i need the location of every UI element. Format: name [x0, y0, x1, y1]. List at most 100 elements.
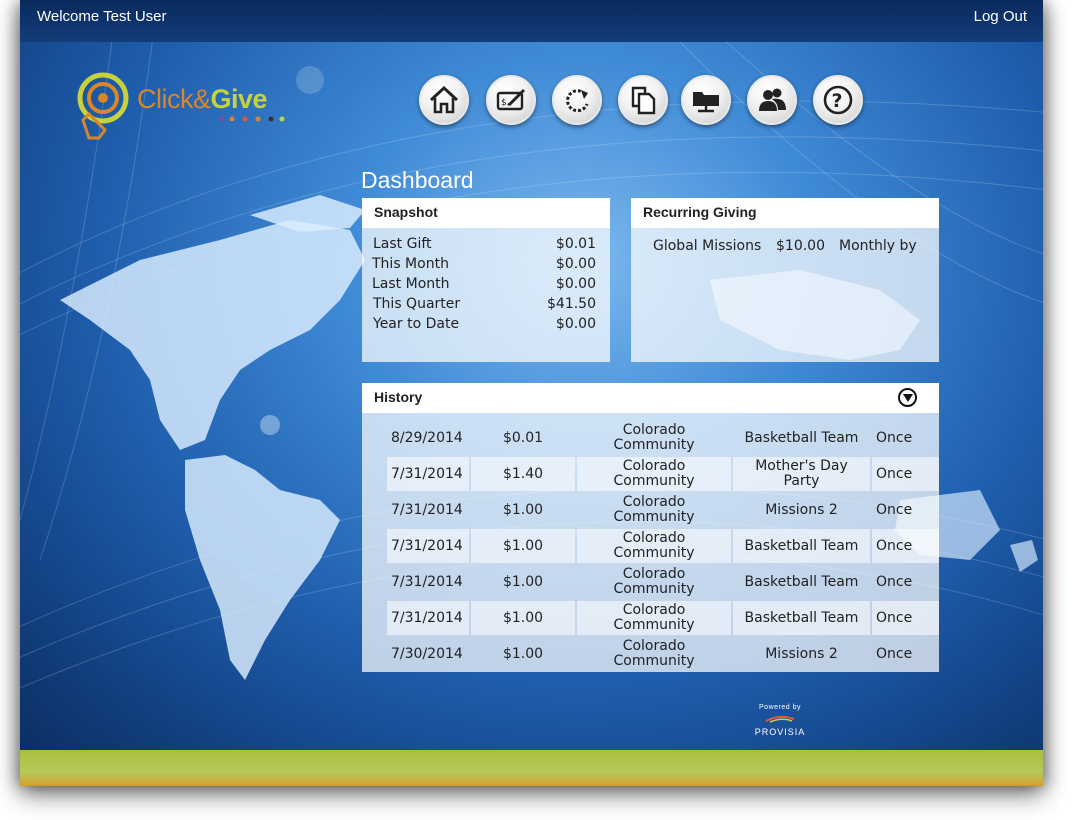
history-program: Missions 2: [733, 637, 870, 671]
history-fund-line: Community: [613, 437, 695, 453]
table-row: 7/31/2014 $1.00 Colorado Community Basket…: [387, 565, 939, 601]
history-frequency: Once: [872, 457, 939, 491]
help-icon: ?: [823, 85, 853, 115]
nav-home-button[interactable]: [419, 75, 469, 125]
nav-accounts-button[interactable]: [681, 75, 731, 125]
history-date: 7/31/2014: [387, 601, 469, 635]
nav-help-button[interactable]: ?: [813, 75, 863, 125]
history-fund: Colorado Community: [577, 457, 731, 491]
table-row: 7/31/2014 $1.00 Colorado Community Basket…: [387, 529, 939, 565]
logo-dots-icon: [219, 116, 285, 122]
snapshot-row: Last Month $0.00: [362, 276, 610, 296]
history-fund: Colorado Community: [577, 637, 731, 671]
svg-text:$: $: [501, 98, 507, 108]
history-fund-line: Colorado: [622, 458, 686, 474]
history-amount: $0.01: [502, 429, 544, 446]
history-date: 7/31/2014: [391, 501, 463, 518]
snapshot-label: Last Gift: [373, 236, 432, 252]
history-date: 7/30/2014: [391, 645, 463, 662]
history-frequency: Once: [872, 529, 939, 563]
users-icon: [759, 88, 786, 111]
history-program-line: Basketball Team: [744, 573, 859, 590]
snapshot-title: Snapshot: [362, 198, 610, 228]
history-fund-line: Community: [613, 653, 695, 669]
history-fund-line: Community: [613, 617, 695, 633]
top-bar: Welcome Test User Log Out: [20, 0, 1043, 42]
documents-icon: [631, 86, 656, 115]
history-program-line: Party: [783, 473, 820, 489]
history-program-line: Basketball Team: [744, 429, 859, 446]
logo-mark-icon: [77, 72, 129, 140]
history-program: Missions 2: [733, 493, 870, 527]
history-program: Basketball Team: [733, 529, 870, 563]
history-fund: Colorado Community: [577, 565, 731, 599]
logo-click-text: Click&: [137, 84, 211, 114]
snapshot-row: This Quarter $41.50: [362, 296, 610, 316]
history-table: 8/29/2014 $0.01 Colorado Community Basket…: [387, 421, 939, 673]
history-fund-line: Colorado: [622, 638, 686, 654]
history-date: 8/29/2014: [391, 429, 463, 446]
history-program: Basketball Team: [733, 601, 870, 635]
history-program: Basketball Team: [733, 421, 870, 455]
history-program-line: Missions 2: [765, 501, 838, 518]
checkbook-icon: $: [496, 88, 526, 111]
footer-bar: [20, 750, 1043, 786]
history-fund-line: Community: [613, 473, 695, 489]
history-program-line: Basketball Team: [744, 609, 859, 626]
history-date: 7/31/2014: [387, 529, 469, 563]
history-program-line: Mother's Day: [755, 458, 848, 474]
logo-wordmark: Click&Give: [137, 84, 268, 115]
table-row: 8/29/2014 $0.01 Colorado Community Basket…: [387, 421, 939, 457]
history-fund: Colorado Community: [577, 493, 731, 527]
recurring-fund: Global Missions: [653, 238, 762, 254]
history-title: History: [374, 389, 423, 405]
history-fund-line: Colorado: [622, 566, 686, 582]
history-date: 7/31/2014: [391, 573, 463, 590]
snapshot-value: $0.00: [555, 316, 596, 332]
app-window: Welcome Test User Log Out Click&Give $ ?…: [20, 0, 1043, 786]
folder-network-icon: [693, 92, 719, 113]
table-row: 7/30/2014 $1.00 Colorado Community Missio…: [387, 637, 939, 673]
collapse-toggle-icon[interactable]: [898, 388, 917, 407]
logo-give-text: Give: [210, 84, 268, 114]
history-date: 7/31/2014: [387, 457, 469, 491]
nav-give-button[interactable]: $: [486, 75, 536, 125]
powered-by-provisia: Powered by PROVISIA: [748, 704, 812, 740]
snapshot-value: $0.00: [555, 256, 596, 272]
nav-statements-button[interactable]: [618, 75, 668, 125]
history-header: History: [362, 383, 939, 413]
history-program-line: Missions 2: [765, 645, 838, 662]
snapshot-value: $41.50: [547, 296, 596, 312]
snapshot-row: This Month $0.00: [362, 256, 610, 276]
click-and-give-logo: Click&Give: [75, 72, 290, 147]
snapshot-value: $0.01: [555, 236, 596, 252]
recurring-frequency: Monthly by: [839, 238, 917, 254]
recurring-giving-title: Recurring Giving: [631, 198, 939, 228]
history-program: Mother's Day Party: [733, 457, 870, 491]
history-amount: $1.00: [502, 573, 544, 590]
logout-link[interactable]: Log Out: [974, 8, 1027, 25]
history-fund: Colorado Community: [577, 601, 731, 635]
svg-text:?: ?: [832, 90, 843, 112]
welcome-message: Welcome Test User: [37, 8, 167, 25]
history-frequency: Once: [876, 501, 913, 518]
history-frequency: Once: [876, 645, 913, 662]
snapshot-label: This Quarter: [373, 296, 461, 312]
home-icon: [429, 85, 459, 114]
provisia-swoosh-icon: [765, 715, 795, 723]
history-frequency: Once: [872, 601, 939, 635]
snapshot-row: Last Gift $0.01: [362, 236, 610, 256]
nav-profile-button[interactable]: [747, 75, 797, 125]
history-fund-line: Colorado: [622, 422, 686, 438]
table-row: 7/31/2014 $1.00 Colorado Community Basket…: [387, 601, 939, 637]
powered-by-label: Powered by: [759, 704, 801, 711]
history-amount: $1.00: [502, 645, 544, 662]
history-program: Basketball Team: [733, 565, 870, 599]
snapshot-label: Year to Date: [373, 316, 460, 332]
snapshot-label: Last Month: [372, 276, 450, 292]
snapshot-value: $0.00: [555, 276, 596, 292]
table-row: 7/31/2014 $1.40 Colorado Community Mother…: [387, 457, 939, 493]
nav-recurring-button[interactable]: [552, 75, 602, 125]
history-fund-line: Colorado: [622, 602, 686, 618]
snapshot-label: This Month: [372, 256, 449, 272]
